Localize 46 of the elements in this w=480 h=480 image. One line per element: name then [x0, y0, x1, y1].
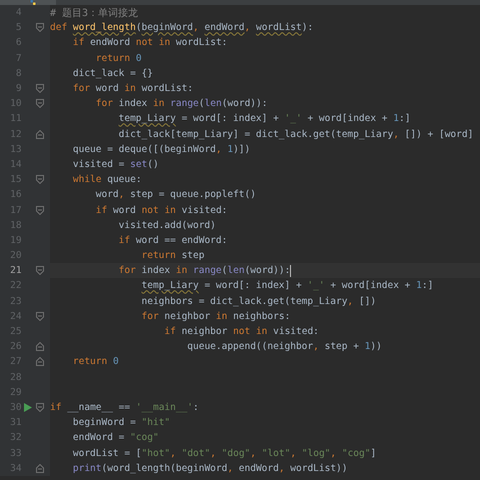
code-line: if word == endWord: [118, 234, 228, 246]
fold-icon[interactable] [36, 357, 44, 366]
file-icon [28, 0, 38, 5]
code-line: for word in wordList: [72, 83, 194, 94]
code-line: visited.add(word) [118, 220, 216, 231]
code-line: # 题目3：单词接龙 [50, 6, 138, 20]
fold-icon[interactable] [36, 84, 44, 94]
code-line: temp_Liary = word[: index] + '_' + word[index + 1:] [140, 280, 434, 292]
fold-icon[interactable] [36, 402, 44, 412]
fold-icon[interactable] [36, 312, 44, 321]
code-line: wordList = ["hot", "dot", "dog", "lot", "log", "cog"] [72, 448, 376, 459]
fold-icon[interactable] [36, 99, 44, 108]
fold-icon[interactable] [36, 342, 44, 352]
code-line: endWord = "cog" [72, 432, 159, 444]
code-line: for index in range(len(word)): [94, 98, 268, 110]
code-line: word, step = queue.popleft() [94, 189, 256, 200]
fold-icon[interactable] [36, 130, 44, 139]
code-line: dict_lack[temp_Liary] = dict_lack.get(temp_Liary, []) + [word] [118, 128, 474, 140]
code-line: while queue: [72, 174, 142, 186]
code-line: def word_length(beginWord, endWord, wordList): [50, 22, 314, 34]
code-line: for neighbor in neighbors: [140, 310, 290, 322]
fold-icon[interactable] [36, 266, 44, 276]
fold-icon[interactable] [36, 206, 44, 215]
code-line: if endWord not in wordList: [72, 37, 228, 48]
run-icon[interactable] [24, 402, 32, 412]
code-line: beginWord = "hit" [72, 417, 170, 428]
code-line: neighbors = dict_lack.get(temp_Liary, []) [140, 296, 376, 307]
fold-icon[interactable] [36, 464, 44, 473]
code-line: return 0 [94, 52, 142, 64]
editor-tab[interactable] [0, 0, 56, 5]
code-line: queue.append((neighbor, step + 1)) [186, 341, 382, 352]
code-line: for index in range(len(word)): [118, 265, 290, 276]
code-line: temp_Liary = word[: index] + '_' + word[index + 1:] [118, 113, 410, 124]
text-cursor [290, 264, 292, 277]
line-number: 21 [9, 265, 22, 276]
code-line: return 0 [72, 356, 119, 368]
code-line: print(word_length(beginWord, endWord, wordList)) [72, 462, 348, 474]
fold-icon[interactable] [36, 23, 44, 32]
code-line: if word not in visited: [94, 204, 228, 216]
code-line: return step [140, 250, 204, 262]
fold-icon[interactable] [36, 175, 44, 184]
code-line: dict_lack = {} [72, 68, 153, 79]
code-line: queue = deque([(beginWord, 1)]) [72, 144, 250, 155]
code-line: if neighbor not in visited: [163, 326, 319, 338]
code-line: if __name__ == '__main__': [50, 402, 199, 413]
code-line: visited = set() [72, 158, 159, 170]
